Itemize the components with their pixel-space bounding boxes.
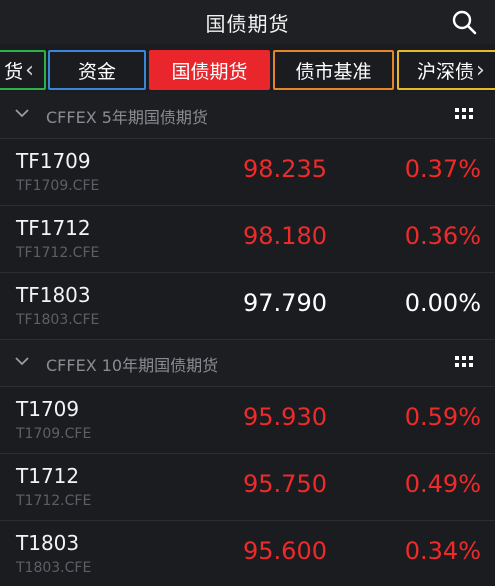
change-percent: 0.36% bbox=[404, 222, 481, 250]
app-header: 国债期货 bbox=[0, 0, 495, 44]
tab-bond-benchmark[interactable]: 债市基准 bbox=[273, 50, 394, 90]
table-row[interactable]: TF1803 TF1803.CFE 97.790 0.00% bbox=[0, 273, 495, 339]
contract-symbol: TF1709.CFE bbox=[16, 178, 100, 194]
tab-prev-category[interactable]: 货 ‹ bbox=[0, 50, 46, 90]
contract-code: T1803 bbox=[16, 531, 80, 555]
tab-funds[interactable]: 资金 bbox=[48, 50, 146, 90]
price: 95.750 bbox=[243, 470, 327, 498]
tab-shanghai-shenzhen-bonds[interactable]: 沪深债 › bbox=[397, 50, 495, 90]
contract-code: TF1803 bbox=[16, 283, 91, 307]
chevron-left-icon: ‹ bbox=[25, 57, 34, 83]
chevron-right-icon: › bbox=[476, 57, 485, 83]
contract-symbol: T1803.CFE bbox=[16, 560, 92, 576]
tab-label: 国债期货 bbox=[171, 60, 248, 83]
section-header-10y[interactable]: CFFEX 10年期国债期货 bbox=[0, 340, 495, 386]
table-row[interactable]: TF1709 TF1709.CFE 98.235 0.37% bbox=[0, 139, 495, 205]
grid-view-icon[interactable] bbox=[455, 108, 473, 120]
tab-treasury-futures[interactable]: 国债期货 bbox=[149, 50, 270, 90]
contract-symbol: TF1712.CFE bbox=[16, 245, 100, 261]
table-row[interactable]: TF1712 TF1712.CFE 98.180 0.36% bbox=[0, 206, 495, 272]
change-percent: 0.49% bbox=[404, 470, 481, 498]
section-header-5y[interactable]: CFFEX 5年期国债期货 bbox=[0, 92, 495, 138]
search-icon[interactable] bbox=[451, 9, 477, 35]
contract-code: T1709 bbox=[16, 397, 80, 421]
tab-label: 货 bbox=[4, 60, 24, 83]
chevron-down-icon bbox=[15, 109, 29, 118]
contract-symbol: TF1803.CFE bbox=[16, 312, 100, 328]
contract-code: TF1712 bbox=[16, 216, 91, 240]
price: 98.180 bbox=[243, 222, 327, 250]
contract-code: T1712 bbox=[16, 464, 80, 488]
tab-label: 债市基准 bbox=[295, 60, 372, 83]
change-percent: 0.34% bbox=[404, 537, 481, 565]
change-percent: 0.00% bbox=[404, 289, 481, 317]
tab-label: 资金 bbox=[77, 60, 116, 83]
price: 95.600 bbox=[243, 537, 327, 565]
change-percent: 0.59% bbox=[404, 403, 481, 431]
table-row[interactable]: T1709 T1709.CFE 95.930 0.59% bbox=[0, 387, 495, 453]
table-row[interactable]: T1712 T1712.CFE 95.750 0.49% bbox=[0, 454, 495, 520]
section-title: CFFEX 10年期国债期货 bbox=[46, 356, 219, 375]
table-row[interactable]: T1803 T1803.CFE 95.600 0.34% bbox=[0, 521, 495, 586]
change-percent: 0.37% bbox=[404, 155, 481, 183]
price: 98.235 bbox=[243, 155, 327, 183]
contract-code: TF1709 bbox=[16, 149, 91, 173]
tab-label: 沪深债 bbox=[417, 60, 475, 83]
contract-symbol: T1712.CFE bbox=[16, 493, 92, 509]
section-title: CFFEX 5年期国债期货 bbox=[46, 108, 208, 127]
price: 97.790 bbox=[243, 289, 327, 317]
price: 95.930 bbox=[243, 403, 327, 431]
chevron-down-icon bbox=[15, 357, 29, 366]
contract-symbol: T1709.CFE bbox=[16, 426, 92, 442]
category-tab-bar: 货 ‹ 资金 国债期货 债市基准 沪深债 › bbox=[0, 50, 495, 90]
grid-view-icon[interactable] bbox=[455, 356, 473, 368]
page-title: 国债期货 bbox=[205, 12, 290, 36]
